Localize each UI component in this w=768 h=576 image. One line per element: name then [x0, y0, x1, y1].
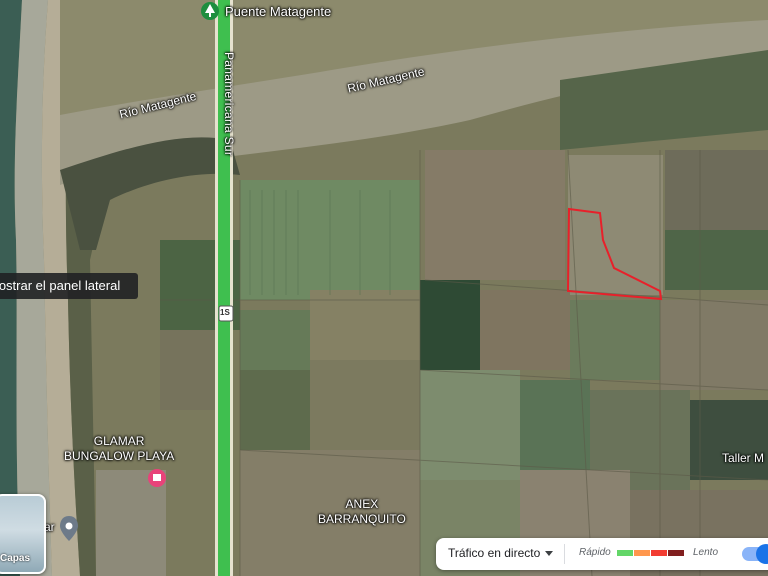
highway-shield: 1S [220, 308, 230, 317]
traffic-legend-swatch [668, 550, 684, 556]
sidebar-tooltip-text: Mostrar el panel lateral [0, 278, 121, 293]
beach-poi-label[interactable]: GLAMAR BUNGALOW PLAYA [64, 434, 174, 464]
sidebar-tooltip: Mostrar el panel lateral [0, 273, 138, 299]
hotel-pin-icon[interactable] [148, 469, 166, 487]
traffic-slow-label: Lento [693, 547, 719, 558]
bridge-label[interactable]: Puente Matagente [225, 4, 331, 19]
traffic-legend-swatch [617, 550, 633, 556]
east-poi-label[interactable]: Taller M [722, 451, 764, 465]
traffic-toggle-knob[interactable] [756, 544, 768, 564]
chevron-down-icon[interactable] [545, 551, 553, 556]
layers-button[interactable]: Capas [0, 494, 46, 574]
village-label: ANEX BARRANQUITO [318, 497, 406, 526]
traffic-fast-label: Rápido [579, 547, 611, 558]
traffic-legend-swatch [651, 550, 667, 556]
traffic-panel: Tráfico en directo Rápido Lento [436, 538, 768, 570]
layers-label: Capas [0, 553, 31, 564]
divider [564, 544, 565, 564]
traffic-dropdown[interactable]: Tráfico en directo [448, 546, 540, 560]
traffic-legend-swatch [634, 550, 650, 556]
highway-label: Panamericana Sur [222, 52, 236, 157]
tree-icon[interactable] [201, 2, 219, 20]
